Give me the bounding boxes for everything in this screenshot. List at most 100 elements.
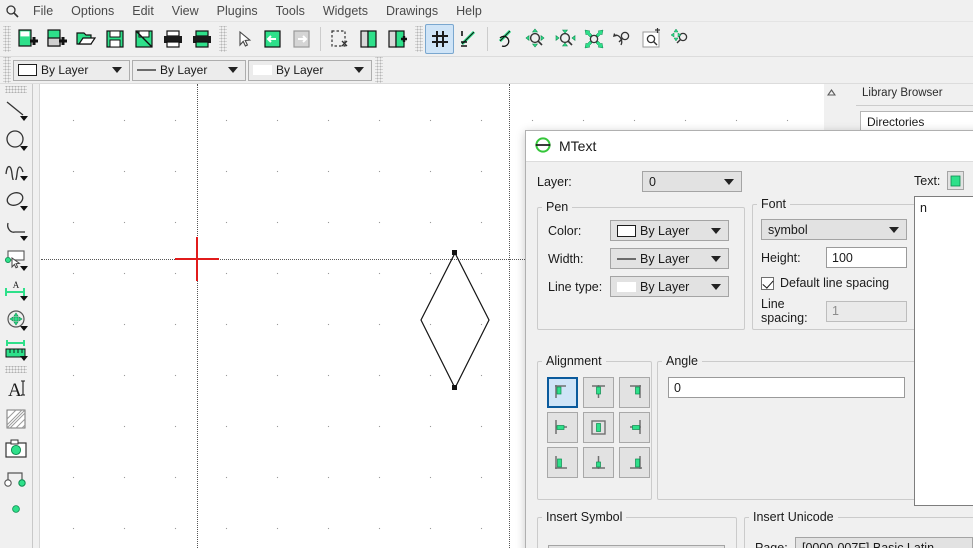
zoom-window-button[interactable] bbox=[637, 24, 666, 54]
chevron-down-icon bbox=[20, 206, 28, 211]
attributes-toolbar-grip-2[interactable] bbox=[375, 57, 383, 83]
cut-button[interactable] bbox=[325, 24, 354, 54]
chevron-down-icon bbox=[711, 227, 721, 234]
dimension-aligned-tool[interactable]: A bbox=[1, 274, 31, 304]
align-middle-center-button[interactable] bbox=[583, 412, 614, 443]
toolbar-grip[interactable] bbox=[3, 26, 11, 52]
pen-group-legend: Pen bbox=[546, 200, 569, 214]
mtext-dialog-title: MText bbox=[559, 138, 597, 154]
main-toolbar bbox=[0, 22, 973, 57]
zoom-in-button[interactable] bbox=[521, 24, 550, 54]
cursor-crosshair bbox=[175, 237, 219, 281]
menu-widgets[interactable]: Widgets bbox=[314, 1, 377, 21]
chevron-down-icon bbox=[354, 67, 364, 73]
menu-edit[interactable]: Edit bbox=[123, 1, 163, 21]
menu-plugins[interactable]: Plugins bbox=[208, 1, 267, 21]
svg-text:A: A bbox=[8, 380, 22, 401]
menu-tools[interactable]: Tools bbox=[267, 1, 314, 21]
align-bottom-center-button[interactable] bbox=[583, 447, 614, 478]
menu-view[interactable]: View bbox=[163, 1, 208, 21]
menu-drawings[interactable]: Drawings bbox=[377, 1, 447, 21]
insert-symbol-legend: Insert Symbol bbox=[546, 510, 623, 524]
toggle-draft-button[interactable] bbox=[454, 24, 483, 54]
menu-help[interactable]: Help bbox=[447, 1, 491, 21]
save-as-button[interactable] bbox=[129, 24, 158, 54]
zoom-out-button[interactable] bbox=[550, 24, 579, 54]
attributes-toolbar-grip[interactable] bbox=[3, 57, 11, 83]
default-line-spacing-checkbox[interactable]: Default line spacing bbox=[761, 276, 918, 290]
alignment-group-legend: Alignment bbox=[546, 354, 602, 368]
menu-file[interactable]: File bbox=[24, 1, 62, 21]
undo-button[interactable] bbox=[258, 24, 287, 54]
new-file-button[interactable] bbox=[13, 24, 42, 54]
redo-button[interactable] bbox=[287, 24, 316, 54]
line-width-combo[interactable]: By Layer bbox=[132, 59, 246, 81]
select-entity-tool[interactable] bbox=[1, 244, 31, 274]
color-combo[interactable]: By Layer bbox=[13, 59, 130, 81]
text-tool[interactable]: A bbox=[1, 374, 31, 404]
align-bottom-right-button[interactable] bbox=[619, 447, 650, 478]
chevron-down-icon bbox=[20, 116, 28, 121]
align-top-right-button[interactable] bbox=[619, 377, 650, 408]
layer-combo[interactable]: 0 bbox=[642, 171, 742, 192]
line-type-combo[interactable]: By Layer bbox=[248, 59, 372, 81]
new-from-template-button[interactable] bbox=[42, 24, 71, 54]
copy-button[interactable] bbox=[354, 24, 383, 54]
arc-tool[interactable] bbox=[1, 214, 31, 244]
ellipse-tool[interactable] bbox=[1, 184, 31, 214]
line-spacing-input[interactable]: 1 bbox=[826, 300, 907, 322]
align-bottom-left-button[interactable] bbox=[547, 447, 578, 478]
spline-tool[interactable] bbox=[1, 154, 31, 184]
toolbar-grip-edit[interactable] bbox=[219, 26, 227, 52]
font-height-input[interactable]: 100 bbox=[826, 247, 907, 268]
text-format-button[interactable] bbox=[947, 171, 965, 190]
block-tool[interactable] bbox=[1, 464, 31, 494]
point-tool[interactable] bbox=[1, 494, 31, 524]
unicode-page-row: Page: [0000-007F] Basic Latin bbox=[755, 537, 973, 548]
scroll-up-arrow-icon[interactable] bbox=[824, 84, 839, 101]
align-top-center-button[interactable] bbox=[583, 377, 614, 408]
angle-group-legend: Angle bbox=[666, 354, 698, 368]
menu-options[interactable]: Options bbox=[62, 1, 123, 21]
chevron-down-icon bbox=[20, 176, 28, 181]
angle-input[interactable]: 0 bbox=[668, 377, 905, 398]
pen-linetype-row: Line type: By Layer bbox=[548, 276, 744, 297]
tools-palette-grip[interactable] bbox=[5, 86, 27, 93]
hatch-tool[interactable] bbox=[1, 404, 31, 434]
line-type-swatch-icon bbox=[253, 65, 272, 75]
modify-move-tool[interactable] bbox=[1, 304, 31, 334]
text-label-row: Text: bbox=[914, 171, 973, 190]
align-middle-right-button[interactable] bbox=[619, 412, 650, 443]
save-button[interactable] bbox=[100, 24, 129, 54]
color-swatch-icon bbox=[18, 64, 37, 76]
line-tool[interactable] bbox=[1, 94, 31, 124]
unicode-page-combo[interactable]: [0000-007F] Basic Latin bbox=[795, 537, 973, 548]
pen-width-combo[interactable]: By Layer bbox=[610, 248, 729, 269]
zoom-redraw-button[interactable] bbox=[492, 24, 521, 54]
text-pane: Text: n bbox=[914, 171, 973, 506]
zoom-pan-button[interactable] bbox=[666, 24, 695, 54]
measure-ruler-tool[interactable] bbox=[1, 334, 31, 364]
paste-button[interactable] bbox=[383, 24, 412, 54]
toolbar-grip-view[interactable] bbox=[415, 26, 423, 52]
print-button[interactable] bbox=[158, 24, 187, 54]
pen-color-combo[interactable]: By Layer bbox=[610, 220, 729, 241]
text-input-area[interactable]: n bbox=[914, 196, 973, 506]
select-pointer-button[interactable] bbox=[229, 24, 258, 54]
font-family-combo[interactable]: symbol bbox=[761, 219, 907, 240]
circle-tool[interactable] bbox=[1, 124, 31, 154]
tools-palette-grip-2[interactable] bbox=[5, 366, 27, 373]
align-middle-left-button[interactable] bbox=[547, 412, 578, 443]
align-top-left-button[interactable] bbox=[547, 377, 578, 408]
color-swatch-icon bbox=[617, 224, 636, 237]
print-preview-button[interactable] bbox=[187, 24, 216, 54]
toggle-grid-button[interactable] bbox=[425, 24, 454, 54]
pen-linetype-combo[interactable]: By Layer bbox=[610, 276, 729, 297]
zoom-previous-button[interactable] bbox=[608, 24, 637, 54]
layer-label: Layer: bbox=[537, 174, 572, 189]
open-file-button[interactable] bbox=[71, 24, 100, 54]
insert-image-tool[interactable] bbox=[1, 434, 31, 464]
mtext-dialog-titlebar[interactable]: MText bbox=[526, 131, 973, 162]
zoom-auto-button[interactable] bbox=[579, 24, 608, 54]
layer-row: Layer: 0 bbox=[537, 171, 847, 192]
